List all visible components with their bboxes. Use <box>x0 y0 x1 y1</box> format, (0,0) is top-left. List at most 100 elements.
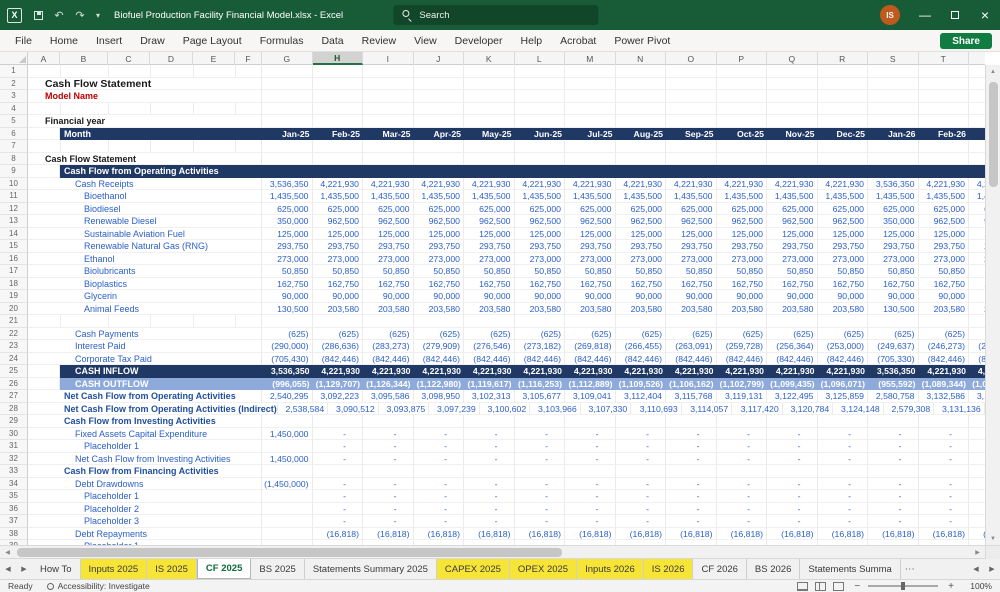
cell-G33[interactable] <box>262 465 313 478</box>
cell-S12[interactable]: 625,000 <box>868 202 919 215</box>
cell-Q1[interactable] <box>767 65 818 78</box>
cell-M34[interactable]: - <box>565 477 616 490</box>
row-label-1[interactable] <box>28 65 262 78</box>
cell-H18[interactable]: 162,750 <box>312 277 363 290</box>
cell-U6[interactable]: Mar-26 <box>969 128 985 141</box>
cell-G14[interactable]: 125,000 <box>262 227 313 240</box>
row-header-37[interactable]: 37 <box>0 515 28 528</box>
cell-K18[interactable]: 162,750 <box>464 277 515 290</box>
cell-L21[interactable] <box>514 315 565 328</box>
ribbon-tab-view[interactable]: View <box>405 30 446 51</box>
cell-P5[interactable] <box>716 115 767 128</box>
cell-S18[interactable]: 162,750 <box>868 277 919 290</box>
cell-S30[interactable]: - <box>868 427 919 440</box>
sheet-tab-inputs-2026[interactable]: Inputs 2026 <box>577 559 644 579</box>
cell-G12[interactable]: 625,000 <box>262 202 313 215</box>
cell-N1[interactable] <box>615 65 666 78</box>
column-header-F[interactable]: F <box>235 52 262 65</box>
cell-P8[interactable] <box>716 152 767 165</box>
cell-L10[interactable]: 4,221,930 <box>514 177 565 190</box>
row-label-12[interactable]: Biodiesel <box>28 202 262 215</box>
cell-H20[interactable]: 203,580 <box>312 302 363 315</box>
cell-I11[interactable]: 1,435,500 <box>363 190 414 203</box>
cell-Q21[interactable] <box>767 315 818 328</box>
cell-O22[interactable]: (625) <box>666 327 717 340</box>
cell-R28[interactable]: 3,124,148 <box>833 402 884 415</box>
cell-P33[interactable] <box>716 465 767 478</box>
column-header-S[interactable]: S <box>868 52 919 65</box>
cell-O36[interactable]: - <box>666 502 717 515</box>
horizontal-scroll-track[interactable] <box>15 546 970 559</box>
cell-K14[interactable]: 125,000 <box>464 227 515 240</box>
row-header-32[interactable]: 32 <box>0 452 28 465</box>
sheet-tab-statements-summary-2025[interactable]: Statements Summary 2025 <box>305 559 437 579</box>
cell-U35[interactable]: - <box>969 490 985 503</box>
cell-Q10[interactable]: 4,221,930 <box>767 177 818 190</box>
row-label-3[interactable]: Model Name <box>28 90 262 103</box>
row-label-29[interactable]: Cash Flow from Investing Activities <box>28 415 262 428</box>
cell-I30[interactable]: - <box>363 427 414 440</box>
column-header-B[interactable]: B <box>60 52 108 65</box>
row-label-38[interactable]: Debt Repayments <box>28 527 262 540</box>
cell-M29[interactable] <box>565 415 616 428</box>
cell-U26[interactable]: (1,085,980) <box>969 378 985 391</box>
cell-S4[interactable] <box>868 102 919 115</box>
cell-I23[interactable]: (283,273) <box>363 340 414 353</box>
cell-L23[interactable]: (273,182) <box>514 340 565 353</box>
row-label-28[interactable]: Net Cash Flow from Operating Activities … <box>28 402 278 415</box>
cell-S26[interactable]: (955,592) <box>868 378 919 391</box>
cell-N17[interactable]: 50,850 <box>615 265 666 278</box>
cell-I33[interactable] <box>363 465 414 478</box>
cell-L31[interactable]: - <box>514 440 565 453</box>
cell-Q8[interactable] <box>767 152 818 165</box>
row-header-23[interactable]: 23 <box>0 340 28 353</box>
cell-U38[interactable]: (16,818) <box>969 528 985 540</box>
cell-I6[interactable]: Mar-25 <box>363 128 414 141</box>
sheet-tab-how-to[interactable]: How To <box>32 559 81 579</box>
cell-Q14[interactable]: 125,000 <box>767 227 818 240</box>
cell-K1[interactable] <box>464 65 515 78</box>
cell-I2[interactable] <box>363 77 414 90</box>
cell-S21[interactable] <box>868 315 919 328</box>
column-header-D[interactable]: D <box>150 52 193 65</box>
cell-I15[interactable]: 293,750 <box>363 240 414 253</box>
cell-T34[interactable]: - <box>918 477 969 490</box>
cell-T20[interactable]: 203,580 <box>918 302 969 315</box>
row-header-26[interactable]: 26 <box>0 377 28 390</box>
row-header-13[interactable]: 13 <box>0 215 28 228</box>
cell-N25[interactable]: 4,221,930 <box>616 365 667 378</box>
cell-I25[interactable]: 4,221,930 <box>363 365 414 378</box>
cell-S22[interactable]: (625) <box>868 327 919 340</box>
cell-G3[interactable] <box>262 90 313 103</box>
row-label-14[interactable]: Sustainable Aviation Fuel <box>28 227 262 240</box>
cell-Q4[interactable] <box>767 102 818 115</box>
cell-U8[interactable] <box>969 153 985 165</box>
cell-P14[interactable]: 125,000 <box>716 227 767 240</box>
cell-Q23[interactable]: (256,364) <box>767 340 818 353</box>
cell-H34[interactable]: - <box>312 477 363 490</box>
sheet-tab-bs-2026[interactable]: BS 2026 <box>747 559 801 579</box>
tab-scroll-right-icon[interactable]: ▶ <box>984 559 1000 579</box>
cell-R12[interactable]: 625,000 <box>817 202 868 215</box>
cell-Q2[interactable] <box>767 77 818 90</box>
cell-S11[interactable]: 1,435,500 <box>868 190 919 203</box>
cell-M18[interactable]: 162,750 <box>565 277 616 290</box>
page-layout-view-button[interactable] <box>815 581 827 591</box>
row-label-37[interactable]: Placeholder 3 <box>28 515 262 528</box>
cell-S24[interactable]: (705,330) <box>868 352 919 365</box>
cell-A9[interactable] <box>28 165 60 178</box>
cell-R19[interactable]: 90,000 <box>817 290 868 303</box>
cell-L36[interactable]: - <box>514 502 565 515</box>
row-label-27[interactable]: Net Cash Flow from Operating Activities <box>28 390 262 403</box>
cell-S2[interactable] <box>868 77 919 90</box>
cell-M12[interactable]: 625,000 <box>565 202 616 215</box>
cell-G23[interactable]: (290,000) <box>262 340 313 353</box>
cell-K38[interactable]: (16,818) <box>464 527 515 540</box>
cell-K26[interactable]: (1,119,617) <box>464 378 515 391</box>
cell-Q38[interactable]: (16,818) <box>767 527 818 540</box>
cell-H36[interactable]: - <box>312 502 363 515</box>
cell-G32[interactable]: 1,450,000 <box>262 452 313 465</box>
quick-access-chevron-icon[interactable]: ▾ <box>93 7 103 23</box>
cell-U30[interactable]: - <box>969 428 985 440</box>
cell-G28[interactable]: 2,538,584 <box>277 402 329 415</box>
